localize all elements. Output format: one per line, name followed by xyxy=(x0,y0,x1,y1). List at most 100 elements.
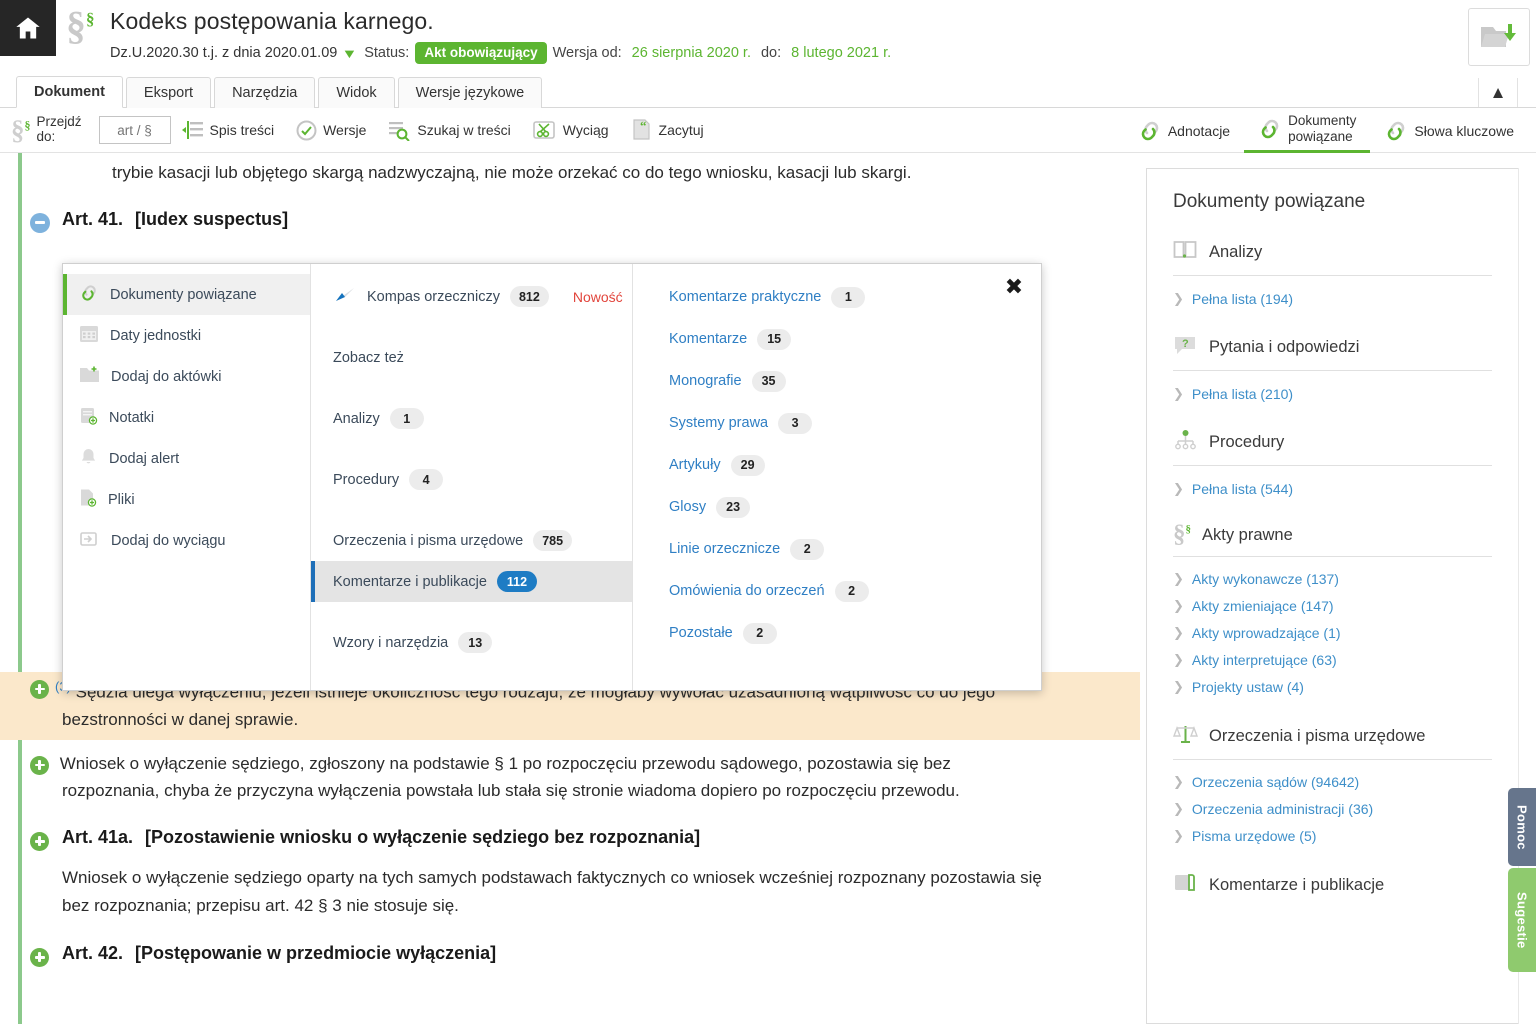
version-to-value: 8 lutego 2021 r. xyxy=(791,45,891,61)
sidebar-link[interactable]: ❯ Akty wprowadzające (1) xyxy=(1173,620,1492,647)
chevron-right-icon: ❯ xyxy=(1173,774,1184,790)
popup-item-label: Dodaj alert xyxy=(109,451,179,467)
popup-sub-label: Systemy prawa xyxy=(669,415,768,431)
popup-sub-monografie[interactable]: Monografie 35 xyxy=(633,360,1041,402)
sidebar-group-title: Orzeczenia i pisma urzędowe xyxy=(1209,727,1425,746)
sidebar-link-label: Akty wprowadzające (1) xyxy=(1192,625,1341,641)
popup-item-daty-jednostki[interactable]: Daty jednostki xyxy=(63,315,310,356)
popup-sub-count: 2 xyxy=(790,539,824,560)
popup-item-label: Daty jednostki xyxy=(110,328,201,344)
popup-item-dokumenty-powiazane[interactable]: Dokumenty powiązane xyxy=(63,274,310,315)
tab-eksport[interactable]: Eksport xyxy=(126,77,211,108)
expand-icon[interactable] xyxy=(30,756,49,775)
popup-cat-procedury[interactable]: Procedury 4 xyxy=(311,459,632,500)
chevron-right-icon: ❯ xyxy=(1173,828,1184,844)
toolbar-szukaj-w-tresci[interactable]: Szukaj w treści xyxy=(377,108,521,153)
sigil-sup: § xyxy=(86,10,95,29)
sidebar-group-heading: ? Pytania i odpowiedzi xyxy=(1173,334,1492,371)
popup-sub-pozostale[interactable]: Pozostałe 2 xyxy=(633,612,1041,654)
tab-wersje-jezykowe[interactable]: Wersje językowe xyxy=(398,77,543,108)
popup-sub-label: Pozostałe xyxy=(669,625,733,641)
article-41a-header-row: Art. 41a. [Pozostawienie wniosku o wyłąc… xyxy=(0,827,1140,848)
sidebar-link[interactable]: ❯ Akty interpretujące (63) xyxy=(1173,647,1492,674)
document-meta: Dz.U.2020.30 t.j. z dnia 2020.01.09 ▼ St… xyxy=(110,42,891,64)
home-icon xyxy=(14,14,42,42)
popup-cat-label: Wzory i narzędzia xyxy=(333,635,448,651)
sidebar-group-heading: Orzeczenia i pisma urzędowe xyxy=(1173,723,1492,760)
toolbar-wersje[interactable]: Wersje xyxy=(285,108,377,153)
popup-cat-count: 812 xyxy=(510,286,549,307)
chevron-down-icon[interactable]: ▼ xyxy=(342,46,358,61)
sidebar-link[interactable]: ❯ Orzeczenia sądów (94642) xyxy=(1173,769,1492,796)
chevron-right-icon: ❯ xyxy=(1173,291,1184,307)
download-to-folder-button[interactable] xyxy=(1468,8,1530,66)
help-side-tab[interactable]: Pomoc xyxy=(1508,788,1536,866)
popup-cat-komentarze-i-publikacje[interactable]: Komentarze i publikacje 112 xyxy=(311,561,632,602)
popup-item-dodaj-alert[interactable]: Dodaj alert xyxy=(63,438,310,479)
page-title: Kodeks postępowania karnego. xyxy=(110,8,434,35)
popup-sub-count: 15 xyxy=(757,329,791,350)
popup-sub-omowienia-do-orzeczen[interactable]: Omówienia do orzeczeń 2 xyxy=(633,570,1041,612)
sidebar-link[interactable]: ❯ Pełna lista (210) xyxy=(1173,380,1492,407)
expand-icon[interactable] xyxy=(30,948,49,967)
popup-sub-count: 2 xyxy=(835,581,869,602)
sidebar-link[interactable]: ❯ Pisma urzędowe (5) xyxy=(1173,823,1492,850)
sidebar-link[interactable]: ❯ Pełna lista (544) xyxy=(1173,475,1492,502)
popup-item-notatki[interactable]: Notatki xyxy=(63,397,310,438)
article-41-header-row: Art. 41. [Iudex suspectus] xyxy=(0,209,1140,230)
tab-narzedzia[interactable]: Narzędzia xyxy=(214,77,315,108)
popup-sub-linie-orzecznicze[interactable]: Linie orzecznicze 2 xyxy=(633,528,1041,570)
popup-sub-komentarze[interactable]: Komentarze 15 xyxy=(633,318,1041,360)
toolbar-spis-tresci[interactable]: Spis treści xyxy=(171,108,286,153)
toolbar-zacytuj[interactable]: “ Zacytuj xyxy=(620,108,715,153)
toolbar-wyciag[interactable]: Wyciąg xyxy=(522,108,620,153)
expand-icon[interactable] xyxy=(30,680,49,699)
sidebar-link[interactable]: ❯ Pełna lista (194) xyxy=(1173,285,1492,312)
popup-item-dodaj-do-aktowki[interactable]: Dodaj do aktówki xyxy=(63,356,310,397)
toolbar-right-group: Adnotacje Dokumenty powiązane xyxy=(1124,108,1528,153)
tab-widok[interactable]: Widok xyxy=(318,77,394,108)
sidebar-link-label: Pełna lista (194) xyxy=(1192,291,1293,307)
book-icon xyxy=(1173,239,1198,266)
popup-item-dodaj-do-wyciagu[interactable]: Dodaj do wyciągu xyxy=(63,520,310,561)
popup-cat-analizy[interactable]: Analizy 1 xyxy=(311,398,632,439)
suggestions-side-tab[interactable]: Sugestie xyxy=(1508,868,1536,972)
popup-cat-count: 785 xyxy=(533,530,572,551)
popup-sub-systemy-prawa[interactable]: Systemy prawa 3 xyxy=(633,402,1041,444)
expand-icon[interactable] xyxy=(30,832,49,851)
popup-cat-orzeczenia-i-pisma[interactable]: Orzeczenia i pisma urzędowe 785 xyxy=(311,520,632,561)
sidebar-link[interactable]: ❯ Akty zmieniające (147) xyxy=(1173,593,1492,620)
popup-sub-komentarze-praktyczne[interactable]: Komentarze praktyczne 1 xyxy=(633,276,1041,318)
sigil-main: § xyxy=(66,3,86,48)
home-button[interactable] xyxy=(0,0,56,56)
toolbar-dokumenty-powiazane[interactable]: Dokumenty powiązane xyxy=(1244,108,1370,153)
sidebar-link[interactable]: ❯ Orzeczenia administracji (36) xyxy=(1173,796,1492,823)
popup-cat-zobacz-tez[interactable]: Zobacz też xyxy=(311,337,632,378)
clock-versions-icon xyxy=(296,120,317,141)
popup-cat-kompas-orzeczniczy[interactable]: Kompas orzeczniczy 812 Nowość xyxy=(311,276,632,317)
popup-sub-artykuly[interactable]: Artykuły 29 xyxy=(633,444,1041,486)
popup-item-label: Dodaj do aktówki xyxy=(111,369,221,385)
popup-cat-label: Kompas orzeczniczy xyxy=(367,289,500,305)
scales-icon xyxy=(1173,723,1198,750)
svg-text:?: ? xyxy=(1182,338,1189,350)
toolbar-slowa-kluczowe[interactable]: Słowa kluczowe xyxy=(1370,108,1528,153)
goto-control[interactable]: §§ Przejdź do: xyxy=(0,108,93,153)
popup-column-categories: Kompas orzeczniczy 812 Nowość Zobacz też… xyxy=(311,264,633,690)
sidebar-link[interactable]: ❯ Akty wykonawcze (137) xyxy=(1173,566,1492,593)
sidebar-group-title: Analizy xyxy=(1209,243,1262,262)
quote-icon: “ xyxy=(631,119,653,141)
toolbar-adnotacje[interactable]: Adnotacje xyxy=(1124,108,1244,153)
book-green-icon xyxy=(1173,872,1198,899)
popup-cat-wzory-i-narzedzia[interactable]: Wzory i narzędzia 13 xyxy=(311,622,632,663)
popup-item-label: Dokumenty powiązane xyxy=(110,287,257,303)
sidebar-link[interactable]: ❯ Projekty ustaw (4) xyxy=(1173,674,1492,701)
goto-input[interactable] xyxy=(99,116,171,144)
collapse-icon[interactable] xyxy=(30,213,50,233)
popup-item-pliki[interactable]: Pliki xyxy=(63,479,310,520)
popup-sub-label: Komentarze xyxy=(669,331,747,347)
tab-dokument[interactable]: Dokument xyxy=(16,76,123,108)
popup-sub-glosy[interactable]: Glosy 23 xyxy=(633,486,1041,528)
toolbar-label: Szukaj w treści xyxy=(417,122,510,138)
close-icon[interactable]: ✖ xyxy=(1002,276,1026,300)
